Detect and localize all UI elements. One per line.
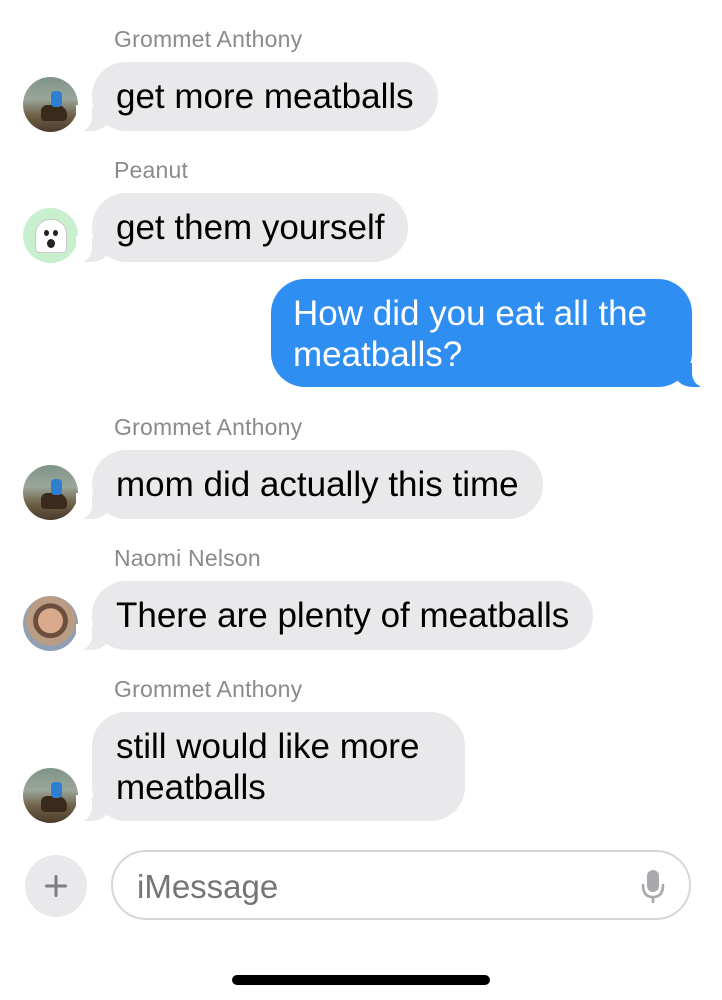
- avatar-grommet-anthony[interactable]: [23, 768, 78, 823]
- sender-name: Naomi Nelson: [114, 545, 261, 571]
- avatar-grommet-anthony[interactable]: [23, 77, 78, 132]
- message-bubble-incoming[interactable]: There are plenty of meatballs: [75, 581, 594, 650]
- home-indicator: [232, 975, 490, 985]
- sender-name: Grommet Anthony: [114, 414, 303, 440]
- message-text: There are plenty of meatballs: [116, 596, 570, 635]
- avatar-naomi-nelson[interactable]: [23, 596, 78, 651]
- sender-name: Peanut: [114, 157, 189, 183]
- message-text: get more meatballs: [116, 77, 414, 116]
- top-edge: [0, 0, 722, 6]
- add-attachment-button[interactable]: [25, 855, 87, 917]
- plus-icon: [45, 875, 67, 897]
- microphone-icon[interactable]: [641, 869, 665, 905]
- message-input[interactable]: [137, 868, 597, 906]
- sender-name: Grommet Anthony: [114, 26, 303, 52]
- message-composer[interactable]: [111, 850, 691, 920]
- avatar-peanut-ghost-icon[interactable]: [23, 208, 78, 263]
- sender-name: Grommet Anthony: [114, 676, 303, 702]
- message-text: get them yourself: [116, 208, 385, 247]
- message-bubble-incoming[interactable]: mom did actually this time: [76, 450, 543, 519]
- message-bubble-incoming[interactable]: get more meatballs: [76, 62, 438, 131]
- message-text: still would like more meatballs: [116, 727, 420, 807]
- message-bubble-incoming[interactable]: get them yourself: [75, 193, 409, 262]
- message-bubble-incoming[interactable]: still would like more meatballs: [76, 712, 465, 821]
- avatar-grommet-anthony[interactable]: [23, 465, 78, 520]
- message-text: How did you eat all the meatballs?: [293, 294, 648, 374]
- message-bubble-outgoing[interactable]: How did you eat all the meatballs?: [271, 279, 708, 387]
- message-text: mom did actually this time: [116, 465, 519, 504]
